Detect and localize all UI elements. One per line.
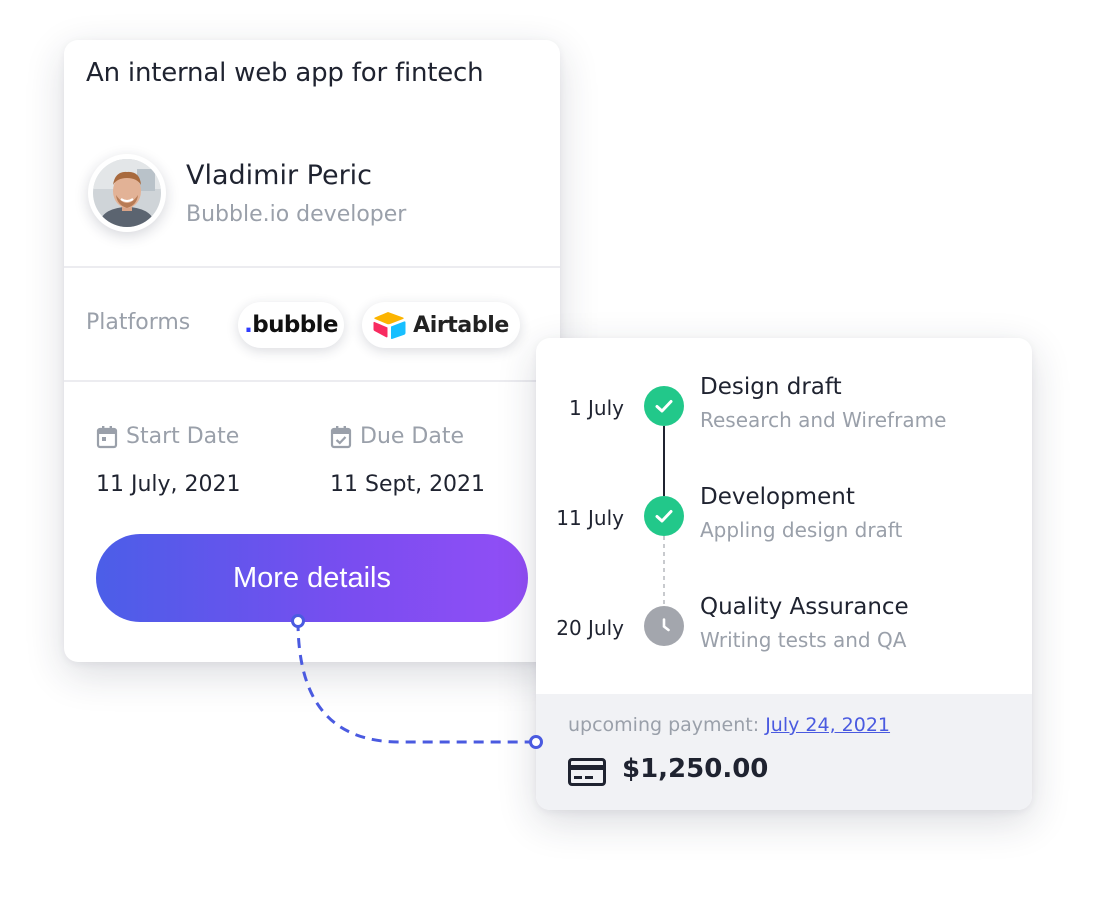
due-date-label: Due Date bbox=[330, 424, 464, 449]
milestone-subtitle: Writing tests and QA bbox=[700, 628, 907, 652]
divider bbox=[64, 380, 560, 382]
payment-amount: $1,250.00 bbox=[622, 754, 769, 784]
due-date-value: 11 Sept, 2021 bbox=[330, 472, 486, 497]
more-details-button[interactable]: More details bbox=[96, 534, 528, 622]
airtable-logo-icon bbox=[373, 312, 406, 339]
platform-badge-airtable: Airtable bbox=[362, 302, 520, 348]
clock-icon bbox=[662, 618, 670, 632]
timeline-card: 1 July Design draft Research and Wirefra… bbox=[536, 338, 1032, 810]
calendar-icon bbox=[96, 425, 118, 448]
milestone-date: 11 July bbox=[556, 506, 624, 530]
project-card: An internal web app for fintech Vladimir… bbox=[64, 40, 560, 662]
check-icon bbox=[655, 400, 673, 413]
milestone-title: Development bbox=[700, 484, 855, 510]
check-icon bbox=[655, 510, 673, 523]
milestone-date: 20 July bbox=[556, 616, 624, 640]
milestone-subtitle: Research and Wireframe bbox=[700, 408, 947, 432]
project-title: An internal web app for fintech bbox=[86, 58, 484, 88]
start-date-label: Start Date bbox=[96, 424, 239, 449]
calendar-check-icon bbox=[330, 425, 352, 448]
milestone-status-pending bbox=[644, 606, 684, 646]
divider bbox=[64, 266, 560, 268]
platform-badge-bubble: .bubble bbox=[238, 302, 344, 348]
milestone-title: Quality Assurance bbox=[700, 594, 909, 620]
avatar bbox=[88, 154, 166, 232]
bubble-logo: .bubble bbox=[244, 312, 338, 338]
airtable-label: Airtable bbox=[413, 312, 509, 338]
milestone-date: 1 July bbox=[568, 396, 624, 420]
payment-label: upcoming payment: July 24, 2021 bbox=[568, 714, 891, 736]
developer-role: Bubble.io developer bbox=[186, 202, 407, 227]
payment-date-link[interactable]: July 24, 2021 bbox=[765, 714, 890, 736]
milestone-title: Design draft bbox=[700, 374, 842, 400]
milestone-status-done bbox=[644, 496, 684, 536]
payment-section: upcoming payment: July 24, 2021 $1,250.0… bbox=[536, 694, 1032, 810]
platforms-label: Platforms bbox=[86, 310, 191, 335]
credit-card-icon bbox=[568, 758, 606, 786]
start-date-value: 11 July, 2021 bbox=[96, 472, 241, 497]
developer-name: Vladimir Peric bbox=[186, 160, 373, 191]
milestone-subtitle: Appling design draft bbox=[700, 518, 903, 542]
milestone-status-done bbox=[644, 386, 684, 426]
